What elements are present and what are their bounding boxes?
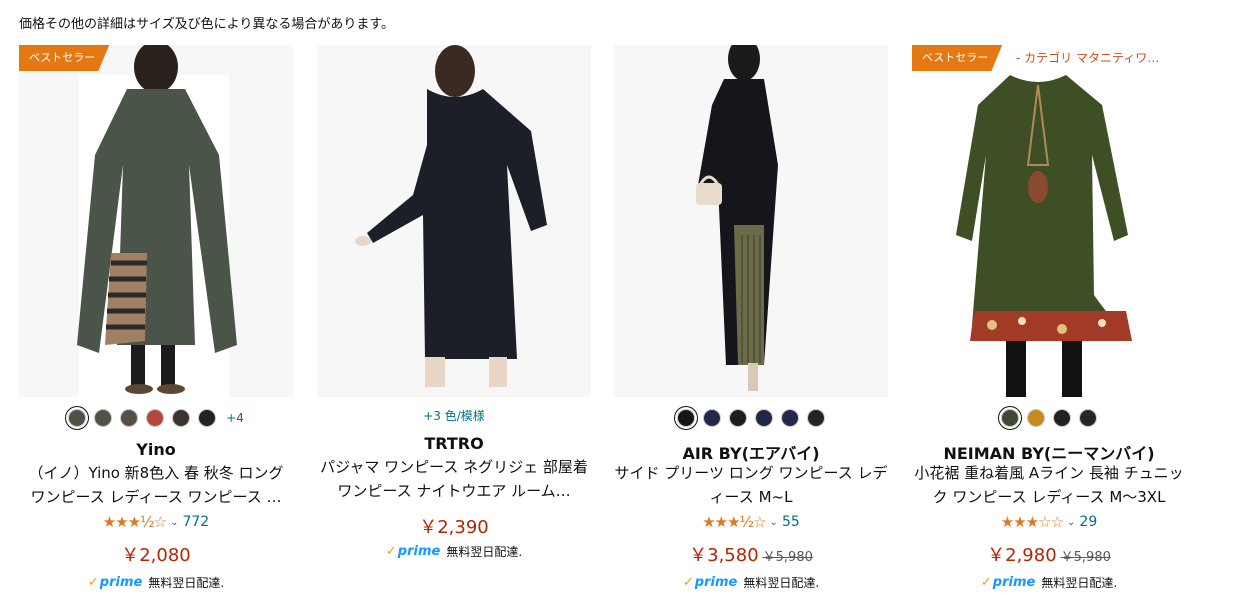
product-image[interactable]	[19, 45, 293, 397]
color-swatch[interactable]	[1027, 409, 1045, 427]
product-card[interactable]: ベストセラー +4 Yino （イノ）Yino 新8色入 春 秋冬 ロング ワン…	[19, 45, 293, 606]
color-swatches: +4	[19, 409, 293, 427]
color-swatch[interactable]	[172, 409, 191, 427]
brand-name: Yino	[136, 440, 176, 459]
prime-logo-icon: ✓prime	[980, 575, 1036, 590]
color-swatch[interactable]	[1079, 409, 1097, 427]
list-price: ￥5,980	[1060, 550, 1111, 565]
product-card[interactable]: +3 色/模様 TRTRO パジャマ ワンピース ネグリジェ 部屋着ワンピース …	[317, 45, 591, 606]
rating-row[interactable]: ★★★☆☆ ⌄ 29	[912, 513, 1186, 531]
price-row: ￥2,390	[317, 513, 591, 539]
product-image[interactable]	[912, 45, 1186, 397]
prime-logo-icon: ✓prime	[87, 575, 143, 590]
prime-logo-icon: ✓prime	[682, 575, 738, 590]
rating-row[interactable]: ★★★½☆ ⌄ 55	[614, 513, 888, 531]
list-price: ￥5,980	[762, 550, 813, 565]
color-swatch[interactable]	[94, 409, 113, 427]
price: ￥3,580	[689, 545, 759, 566]
review-count[interactable]: 29	[1079, 514, 1097, 530]
price-row: ￥2,080	[19, 541, 293, 567]
product-title[interactable]: （イノ）Yino 新8色入 春 秋冬 ロング ワンピース レディース ワンピース…	[19, 461, 293, 509]
prime-logo-icon: ✓prime	[385, 544, 441, 559]
star-rating-icon: ★★★☆☆	[1000, 513, 1064, 531]
price-row: ￥2,980 ￥5,980	[912, 541, 1186, 567]
star-rating-icon: ★★★½☆	[702, 513, 766, 531]
color-swatch[interactable]	[1001, 409, 1019, 427]
price: ￥2,980	[987, 545, 1057, 566]
prime-delivery: ✓prime 無料翌日配達.	[19, 574, 293, 591]
delivery-text: 無料翌日配達.	[148, 576, 225, 590]
color-swatch[interactable]	[677, 409, 695, 427]
product-card[interactable]: AIR BY(エアバイ) サイド プリーツ ロング ワンピース レディース M~…	[614, 45, 888, 606]
color-swatch[interactable]	[1053, 409, 1071, 427]
product-card[interactable]: ベストセラー - カテゴリ マタニティワ… NEIMAN BY(ニーマンバイ) …	[912, 45, 1186, 606]
product-title[interactable]: パジャマ ワンピース ネグリジェ 部屋着ワンピース ナイトウエア ルーム…	[317, 455, 591, 503]
more-swatches-link[interactable]: +4	[226, 411, 244, 425]
product-image[interactable]	[317, 45, 591, 397]
brand-name: TRTRO	[424, 434, 484, 453]
prime-delivery: ✓prime 無料翌日配達.	[912, 574, 1186, 591]
color-swatch[interactable]	[120, 409, 139, 427]
review-count[interactable]: 772	[182, 514, 209, 530]
color-swatches	[912, 409, 1186, 427]
product-title[interactable]: 小花裾 重ね着風 Aライン 長袖 チュニック ワンピース レディース M〜3XL	[912, 461, 1186, 509]
price: ￥2,390	[419, 517, 489, 538]
color-swatch[interactable]	[703, 409, 721, 427]
bestseller-category-link[interactable]: - カテゴリ マタニティワ…	[1016, 49, 1159, 66]
price-notice: 価格その他の詳細はサイズ及び色により異なる場合があります。	[19, 17, 395, 32]
price: ￥2,080	[121, 545, 191, 566]
prime-delivery: ✓prime 無料翌日配達.	[614, 574, 888, 591]
product-image[interactable]	[614, 45, 888, 397]
color-swatch[interactable]	[198, 409, 217, 427]
price-row: ￥3,580 ￥5,980	[614, 541, 888, 567]
more-colors-link[interactable]: +3 色/模様	[317, 407, 591, 424]
product-title[interactable]: サイド プリーツ ロング ワンピース レディース M~L	[614, 461, 888, 509]
color-swatch[interactable]	[807, 409, 825, 427]
prime-delivery: ✓prime 無料翌日配達.	[317, 543, 591, 560]
chevron-down-icon[interactable]: ⌄	[770, 517, 778, 528]
delivery-text: 無料翌日配達.	[1041, 576, 1118, 590]
review-count[interactable]: 55	[782, 514, 800, 530]
delivery-text: 無料翌日配達.	[743, 576, 820, 590]
color-swatch[interactable]	[146, 409, 165, 427]
color-swatch[interactable]	[729, 409, 747, 427]
color-swatch[interactable]	[755, 409, 773, 427]
color-swatches	[614, 409, 888, 427]
color-swatch[interactable]	[781, 409, 799, 427]
bestseller-badge: ベストセラー	[912, 45, 1003, 71]
rating-row[interactable]: ★★★½☆ ⌄ 772	[19, 513, 293, 531]
delivery-text: 無料翌日配達.	[446, 545, 523, 559]
bestseller-badge: ベストセラー	[19, 45, 110, 71]
chevron-down-icon[interactable]: ⌄	[1067, 517, 1075, 528]
color-swatch[interactable]	[68, 409, 87, 427]
star-rating-icon: ★★★½☆	[102, 513, 167, 531]
chevron-down-icon[interactable]: ⌄	[170, 517, 178, 528]
